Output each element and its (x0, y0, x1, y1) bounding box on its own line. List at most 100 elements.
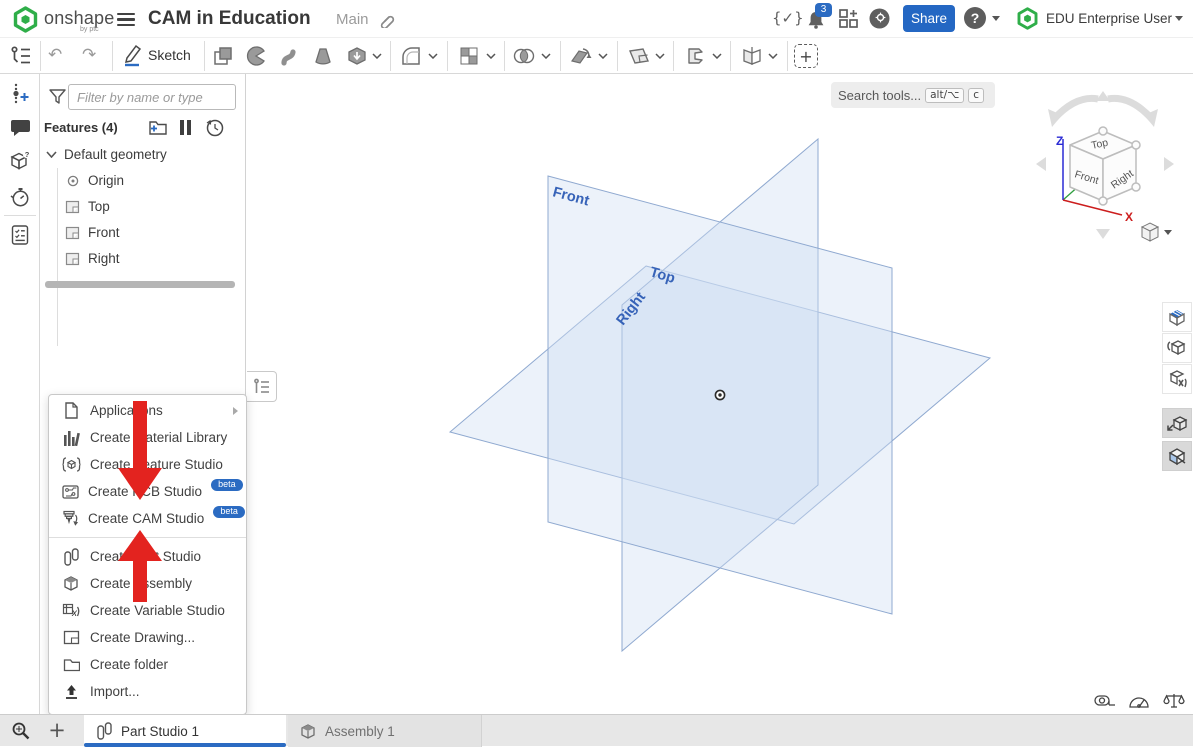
slot-dropdown-caret-icon[interactable] (712, 53, 722, 59)
comments-button[interactable] (9, 116, 31, 138)
insert-item-button[interactable] (9, 82, 31, 104)
tree-node-origin[interactable]: Origin (88, 173, 124, 188)
tree-node-top[interactable]: Top (88, 199, 110, 214)
view-cube[interactable]: Top Front Right Z X (1030, 85, 1180, 245)
revolve-button[interactable] (243, 43, 269, 69)
search-tools-placeholder: Search tools... (838, 88, 921, 103)
chevron-down-icon (1164, 230, 1172, 235)
origin-marker[interactable] (715, 390, 724, 399)
redo-button[interactable]: ↷ (82, 45, 96, 65)
split-dropdown-caret-icon[interactable] (768, 53, 778, 59)
rollback-clock-icon[interactable] (205, 118, 224, 137)
apps-grid-icon[interactable] (838, 8, 859, 29)
part-help-button[interactable]: ? (9, 150, 31, 172)
workspace-name[interactable]: Main (336, 11, 369, 28)
section-view-button[interactable] (1162, 441, 1192, 471)
plane-icon (65, 226, 80, 240)
protractor-button[interactable] (1128, 692, 1150, 710)
tree-node-default-geometry[interactable]: Default geometry (64, 147, 167, 162)
notifications-button[interactable]: 3 (804, 7, 828, 31)
modify-dropdown-caret-icon[interactable] (598, 53, 608, 59)
fillet-dropdown-caret-icon[interactable] (428, 53, 438, 59)
plane-dropdown-caret-icon[interactable] (655, 53, 665, 59)
help-button[interactable]: ? (964, 7, 986, 29)
drawing-icon (62, 630, 81, 645)
tree-expand-chevron-icon[interactable] (46, 151, 57, 158)
search-tools-box[interactable]: Search tools... alt/⌥ c (831, 82, 995, 108)
document-title[interactable]: CAM in Education (148, 8, 311, 30)
feature-list-toggle-button[interactable] (247, 371, 277, 402)
exploded-view-button[interactable] (1162, 408, 1192, 438)
configurations-button[interactable] (1162, 333, 1192, 363)
pencil-icon (122, 43, 142, 67)
tab-label: Assembly 1 (325, 724, 395, 739)
notification-count-badge: 3 (815, 3, 832, 17)
variable-studio-icon: x (62, 603, 81, 619)
sketch-button-label: Sketch (148, 47, 191, 63)
user-menu-caret-icon[interactable] (1175, 16, 1183, 21)
boolean-dropdown-caret-icon[interactable] (541, 53, 551, 59)
x-axis-label: X (1125, 210, 1133, 224)
show-feature-list-button[interactable] (8, 43, 34, 69)
plane-button[interactable] (626, 43, 652, 69)
tab-part-studio-1[interactable]: Part Studio 1 (84, 715, 286, 747)
folder-icon (62, 658, 81, 672)
share-button[interactable]: Share (903, 5, 955, 32)
assembly-icon (62, 575, 81, 592)
menu-item-create-cam-studio[interactable]: Create CAM Studio beta (49, 505, 246, 532)
feature-filter-input[interactable] (68, 84, 236, 110)
main-menu-button[interactable] (117, 10, 135, 29)
help-menu-caret-icon[interactable] (992, 16, 1000, 21)
tree-node-right[interactable]: Right (88, 251, 120, 266)
pattern-dropdown-caret-icon[interactable] (486, 53, 496, 59)
extrude-button[interactable] (210, 43, 236, 69)
plus-icon: + (794, 44, 818, 68)
assembly-tab-icon (300, 723, 317, 740)
custom-feature-button[interactable]: + (794, 44, 818, 68)
part-studio-icon (62, 548, 81, 566)
split-button[interactable] (739, 43, 765, 69)
menu-item-create-folder[interactable]: Create folder (49, 651, 246, 678)
annotation-arrow-up (118, 530, 162, 602)
boolean-button[interactable] (511, 43, 537, 69)
slot-button[interactable] (682, 43, 708, 69)
history-button[interactable] (9, 186, 31, 208)
bom-table-button[interactable] (9, 224, 31, 246)
annotation-arrow-down (118, 401, 162, 500)
rollback-bar[interactable] (45, 281, 235, 288)
menu-item-create-drawing[interactable]: Create Drawing... (49, 624, 246, 651)
tab-assembly-1[interactable]: Assembly 1 (288, 715, 482, 747)
plane-icon (65, 252, 80, 266)
undo-button[interactable]: ↶ (48, 45, 62, 65)
tab-label: Part Studio 1 (121, 724, 199, 739)
tape-measure-button[interactable] (1094, 692, 1116, 710)
suppress-pause-icon[interactable] (179, 120, 192, 135)
tree-node-front[interactable]: Front (88, 225, 120, 240)
mass-properties-button[interactable] (1163, 692, 1185, 710)
shortcut-alt-key: alt/⌥ (925, 88, 964, 103)
pattern-button[interactable] (456, 43, 482, 69)
filter-icon[interactable] (49, 89, 66, 105)
menu-item-import[interactable]: Import... (49, 678, 246, 705)
new-folder-icon[interactable] (148, 119, 168, 136)
variables-button[interactable] (1162, 364, 1192, 394)
features-header: Features (4) (44, 120, 118, 135)
onshape-logo-icon[interactable] (12, 6, 39, 33)
sweep-button[interactable] (277, 43, 303, 69)
modify-fillet-button[interactable] (568, 43, 594, 69)
search-tabs-button[interactable] (8, 719, 34, 743)
named-views-button[interactable] (1162, 302, 1192, 332)
ai-assistant-icon[interactable] (868, 7, 891, 30)
view-options-button[interactable] (1142, 223, 1172, 241)
import-upload-icon (62, 684, 81, 700)
thicken-dropdown-caret-icon[interactable] (372, 53, 382, 59)
loft-button[interactable] (310, 43, 336, 69)
fillet-button[interactable] (398, 43, 424, 69)
share-link-icon[interactable] (378, 10, 396, 28)
new-tab-button[interactable]: + (44, 717, 70, 743)
thicken-button[interactable] (344, 43, 370, 69)
sketch-button[interactable]: Sketch (122, 43, 191, 67)
plane-icon (65, 200, 80, 214)
user-menu-label[interactable]: EDU Enterprise User (1046, 11, 1172, 26)
versions-icon[interactable]: {✓} (772, 9, 804, 27)
